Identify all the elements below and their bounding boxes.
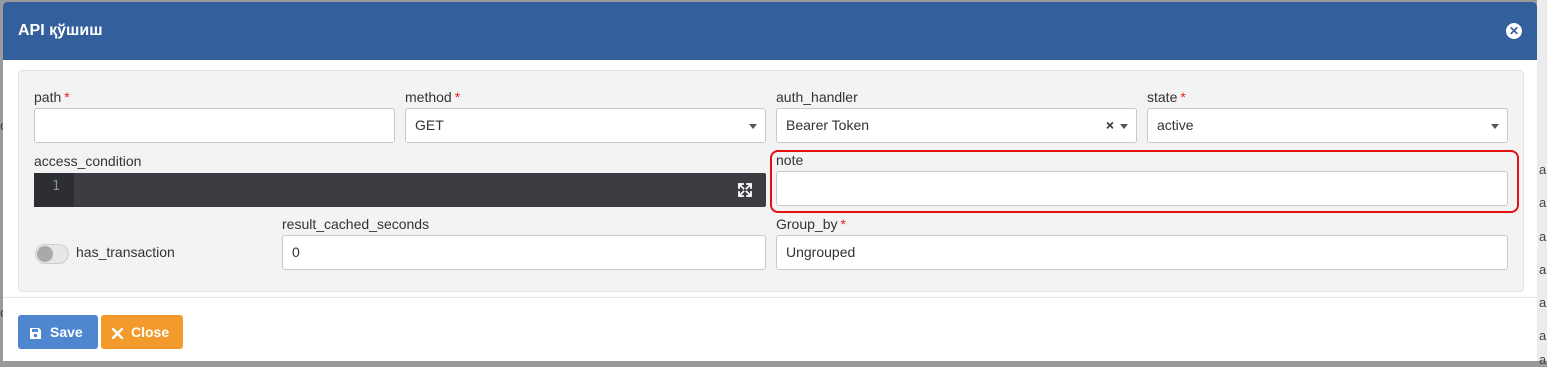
auth-handler-select[interactable]: Bearer Token × (776, 108, 1137, 143)
method-label: method * (405, 89, 461, 105)
state-value: active (1157, 117, 1194, 133)
save-label: Save (50, 324, 83, 340)
line-number-gutter: 1 (34, 173, 74, 207)
api-add-modal: API қўшиш ✕ path * method * GET auth_handl… (3, 2, 1537, 361)
fullscreen-expand-icon[interactable] (738, 183, 752, 197)
close-label: Close (131, 324, 170, 340)
state-label: state * (1147, 89, 1186, 105)
background-text: a2 (1539, 262, 1547, 277)
close-icon (112, 327, 123, 339)
clear-icon[interactable]: × (1106, 109, 1114, 141)
chevron-down-icon (749, 124, 757, 129)
note-highlight-box (770, 150, 1519, 213)
floppy-disk-icon (30, 327, 41, 339)
path-label: path * (34, 89, 70, 105)
state-select[interactable]: active (1147, 108, 1508, 143)
background-text: a2 (1539, 352, 1547, 367)
result-cached-seconds-label: result_cached_seconds (282, 216, 430, 232)
close-button[interactable]: Close (101, 315, 183, 349)
chevron-down-icon (1491, 124, 1499, 129)
modal-header: API қўшиш ✕ (3, 2, 1537, 60)
save-button[interactable]: Save (18, 315, 98, 349)
method-select[interactable]: GET (405, 108, 766, 143)
has-transaction-toggle[interactable] (35, 244, 69, 264)
background-text: a2 (1539, 162, 1547, 177)
background-text: a2 (1539, 229, 1547, 244)
path-input[interactable] (34, 108, 395, 143)
background-text: a2 (1539, 295, 1547, 310)
auth-handler-value: Bearer Token (786, 117, 870, 133)
close-circle-icon[interactable]: ✕ (1506, 23, 1522, 39)
modal-title: API қўшиш (18, 22, 103, 39)
toggle-knob (37, 246, 53, 262)
background-text: a2 (1539, 195, 1547, 210)
chevron-down-icon (1120, 124, 1128, 129)
result-cached-seconds-input[interactable]: 0 (282, 235, 766, 270)
auth-handler-label: auth_handler (776, 89, 858, 105)
access-condition-editor[interactable]: 1 (34, 173, 766, 207)
background-text: a2 (1539, 328, 1547, 343)
method-value: GET (415, 117, 444, 133)
group-by-input[interactable]: Ungrouped (776, 235, 1508, 270)
access-condition-label: access_condition (34, 153, 142, 169)
footer-divider (3, 297, 1537, 298)
group-by-label: Group_by * (776, 216, 846, 232)
has-transaction-label: has_transaction (76, 244, 175, 260)
